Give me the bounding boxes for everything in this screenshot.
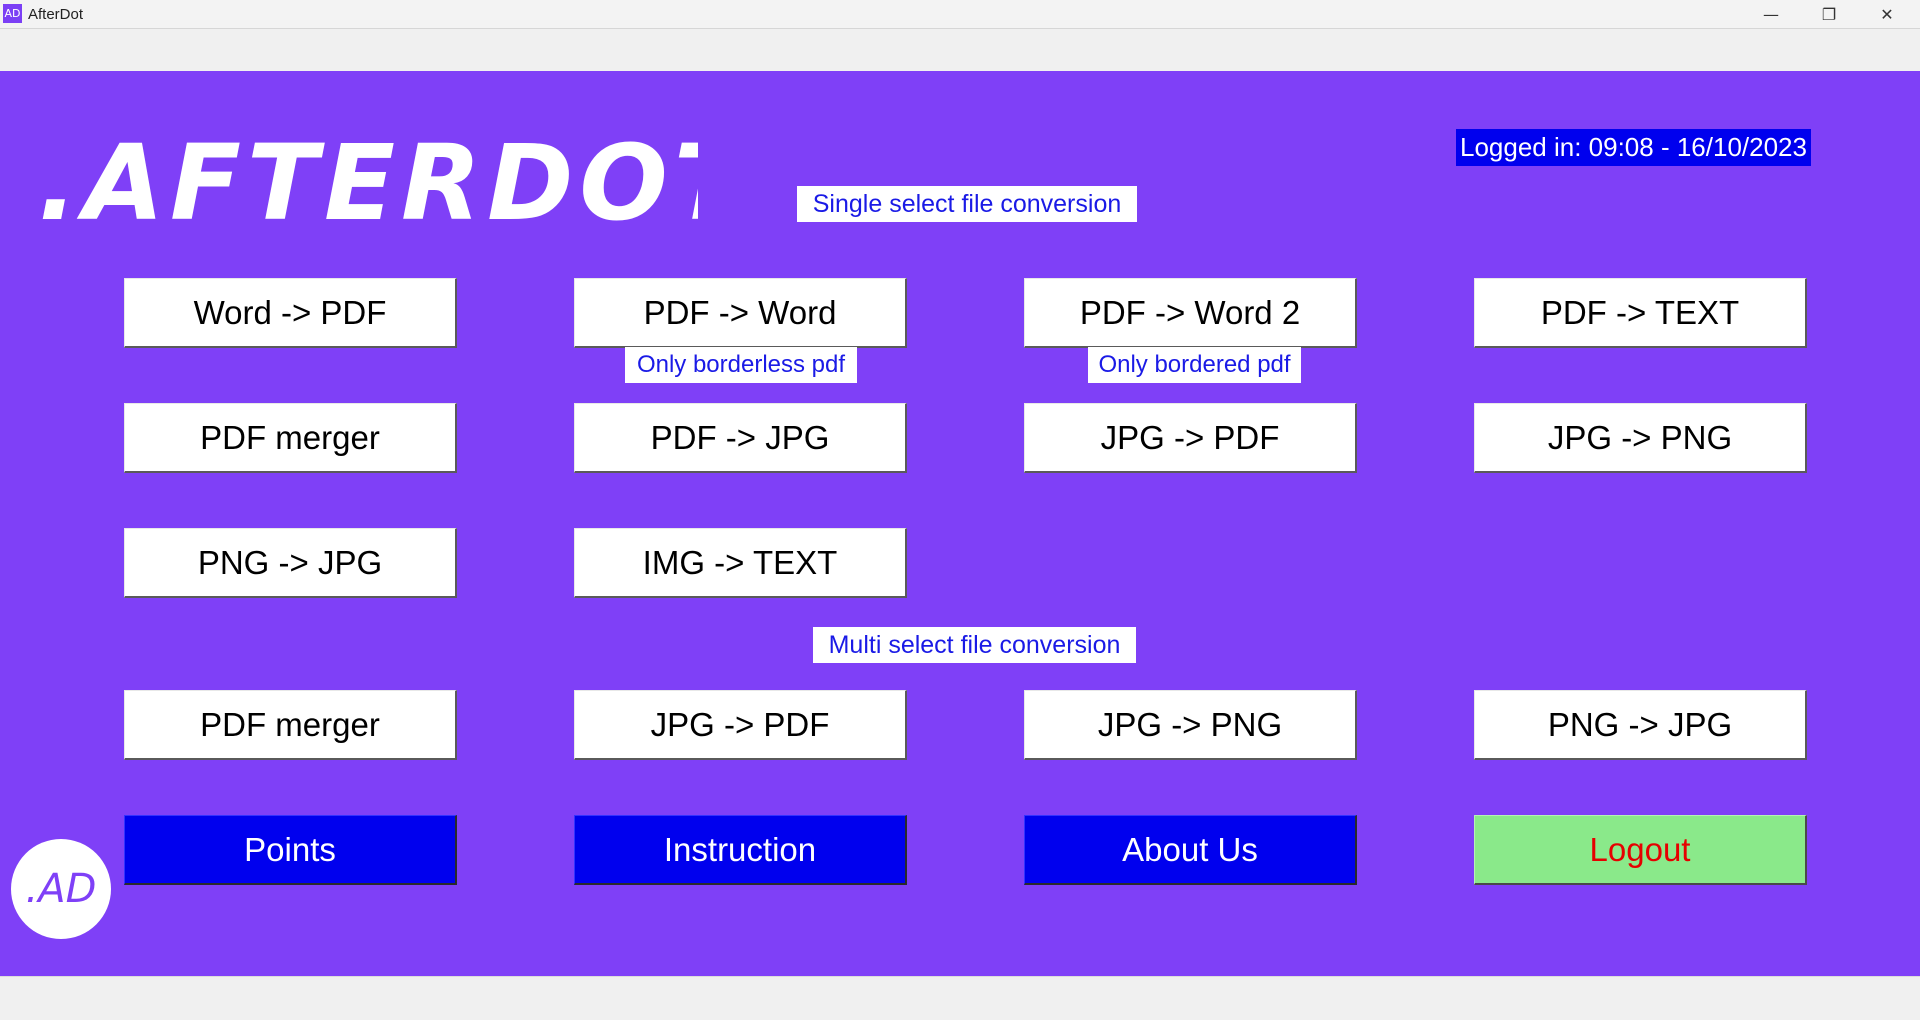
status-strip: [0, 976, 1920, 1020]
multi-png-to-jpg-button[interactable]: PNG -> JPG: [1474, 690, 1807, 760]
afterdot-logo: .AFTERDOT: [38, 122, 698, 239]
app-icon: AD: [3, 4, 22, 23]
single-select-heading: Single select file conversion: [797, 186, 1137, 222]
about-us-button[interactable]: About Us: [1024, 815, 1357, 885]
points-button[interactable]: Points: [124, 815, 457, 885]
jpg-to-png-button[interactable]: JPG -> PNG: [1474, 403, 1807, 473]
logo-text: .AFTERDOT: [38, 122, 698, 239]
jpg-to-pdf-button[interactable]: JPG -> PDF: [1024, 403, 1357, 473]
maximize-button[interactable]: ❐: [1800, 0, 1858, 29]
window-title: AfterDot: [28, 6, 84, 23]
main-canvas: .AFTERDOT Logged in: 09:08 - 16/10/2023 …: [0, 71, 1920, 976]
minimize-button[interactable]: —: [1742, 0, 1800, 29]
afterdot-badge-icon: .AD: [11, 839, 111, 939]
pdf-merger-button[interactable]: PDF merger: [124, 403, 457, 473]
logout-button[interactable]: Logout: [1474, 815, 1807, 885]
multi-select-heading: Multi select file conversion: [813, 627, 1136, 663]
pdf-to-jpg-button[interactable]: PDF -> JPG: [574, 403, 907, 473]
title-bar: AD AfterDot — ❐ ✕: [0, 0, 1920, 29]
img-to-text-button[interactable]: IMG -> TEXT: [574, 528, 907, 598]
menu-strip: [0, 29, 1920, 71]
png-to-jpg-button[interactable]: PNG -> JPG: [124, 528, 457, 598]
pdf-to-text-button[interactable]: PDF -> TEXT: [1474, 278, 1807, 348]
multi-pdf-merger-button[interactable]: PDF merger: [124, 690, 457, 760]
multi-jpg-to-pdf-button[interactable]: JPG -> PDF: [574, 690, 907, 760]
bordered-note: Only bordered pdf: [1088, 347, 1301, 383]
multi-jpg-to-png-button[interactable]: JPG -> PNG: [1024, 690, 1357, 760]
borderless-note: Only borderless pdf: [625, 347, 857, 383]
pdf-to-word-button[interactable]: PDF -> Word: [574, 278, 907, 348]
close-button[interactable]: ✕: [1858, 0, 1916, 29]
login-status: Logged in: 09:08 - 16/10/2023: [1456, 129, 1811, 166]
pdf-to-word-2-button[interactable]: PDF -> Word 2: [1024, 278, 1357, 348]
instruction-button[interactable]: Instruction: [574, 815, 907, 885]
word-to-pdf-button[interactable]: Word -> PDF: [124, 278, 457, 348]
